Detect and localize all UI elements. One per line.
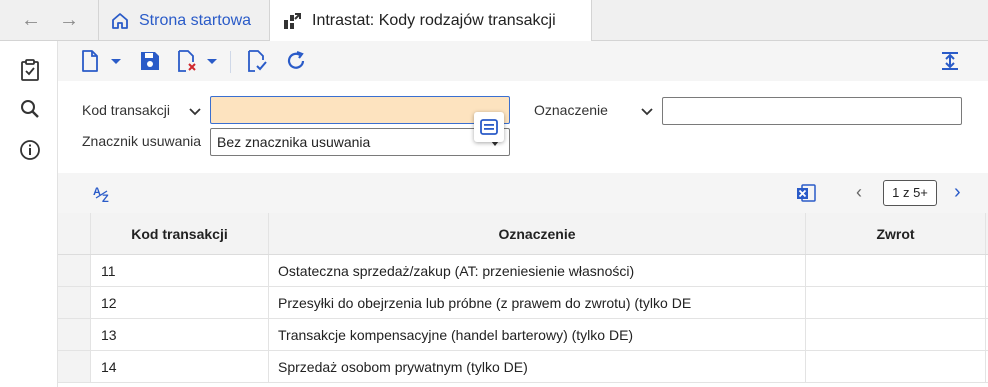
table-row[interactable]: 13 Transakcje kompensacyjne (handel bart…: [58, 319, 988, 351]
sort-az-icon[interactable]: AZ: [92, 183, 114, 205]
grid-toolbar: AZ ‹ 1 z 5+ ›: [58, 173, 988, 213]
cell-oznaczenie: Ostateczna sprzedaż/zakup (AT: przeniesi…: [269, 255, 806, 286]
cell-kod: 12: [91, 287, 269, 318]
forward-arrow-icon[interactable]: →: [58, 9, 80, 31]
oznaczenie-operator-chevron-icon[interactable]: [640, 105, 654, 119]
kod-operator-chevron-icon[interactable]: [188, 105, 202, 119]
app-module-icon: [284, 13, 301, 29]
toolbar-separator: [230, 51, 231, 73]
home-icon: [112, 12, 128, 29]
grid-header: Kod transakcji Oznaczenie Zwrot: [58, 213, 988, 255]
approve-document-icon[interactable]: [244, 49, 268, 73]
row-selector[interactable]: [58, 319, 91, 350]
table-row[interactable]: 14 Sprzedaż osobom prywatnym (tylko DE): [58, 351, 988, 383]
cell-oznaczenie: Sprzedaż osobom prywatnym (tylko DE): [269, 351, 806, 382]
new-document-icon[interactable]: [78, 49, 102, 73]
kod-transakcji-label: Kod transakcji: [82, 102, 170, 118]
cell-kod: 13: [91, 319, 269, 350]
tab-home[interactable]: Strona startowa: [98, 0, 270, 41]
value-picker-button[interactable]: [474, 112, 504, 142]
search-icon[interactable]: [18, 97, 42, 121]
next-page-icon[interactable]: ›: [954, 181, 961, 204]
new-dropdown-chevron-icon[interactable]: [108, 49, 124, 73]
tab-intrastat-label: Intrastat: Kody rodzajów transakcji: [312, 12, 556, 29]
column-header-zwrot[interactable]: Zwrot: [806, 213, 986, 254]
row-selector[interactable]: [58, 255, 91, 286]
expand-height-icon[interactable]: [938, 49, 962, 73]
svg-text:Z: Z: [102, 193, 109, 205]
cell-oznaczenie: Transakcje kompensacyjne (handel bartero…: [269, 319, 806, 350]
main-panel: Kod transakcji Oznaczenie Znacznik usuwa…: [58, 41, 988, 387]
tab-intrastat[interactable]: Intrastat: Kody rodzajów transakcji: [270, 0, 592, 42]
row-selector[interactable]: [58, 287, 91, 318]
delete-dropdown-chevron-icon[interactable]: [204, 49, 220, 73]
delete-document-icon[interactable]: [174, 49, 198, 73]
save-icon[interactable]: [138, 49, 162, 73]
page-indicator[interactable]: 1 z 5+: [883, 180, 937, 206]
list-picker-icon: [480, 119, 498, 135]
table-row[interactable]: 11 Ostateczna sprzedaż/zakup (AT: przeni…: [58, 255, 988, 287]
filter-panel: Kod transakcji Oznaczenie Znacznik usuwa…: [58, 81, 988, 173]
kod-transakcji-input[interactable]: [210, 96, 510, 124]
znacznik-usuwania-value: Bez znacznika usuwania: [217, 134, 371, 150]
toolbar: [58, 41, 988, 81]
oznaczenie-label: Oznaczenie: [534, 102, 608, 118]
column-header-oznaczenie[interactable]: Oznaczenie: [269, 213, 806, 254]
znacznik-usuwania-label: Znacznik usuwania: [82, 133, 202, 149]
table-row[interactable]: 12 Przesyłki do obejrzenia lub próbne (z…: [58, 287, 988, 319]
cell-kod: 11: [91, 255, 269, 286]
column-header-kod[interactable]: Kod transakcji: [91, 213, 269, 254]
znacznik-usuwania-select[interactable]: Bez znacznika usuwania: [210, 128, 510, 156]
oznaczenie-input[interactable]: [662, 97, 962, 125]
refresh-icon[interactable]: [284, 49, 308, 73]
cell-kod: 14: [91, 351, 269, 382]
data-grid: Kod transakcji Oznaczenie Zwrot 11 Ostat…: [58, 213, 988, 387]
cell-zwrot: [806, 287, 986, 318]
prev-page-icon[interactable]: ‹: [856, 182, 862, 203]
cell-oznaczenie: Przesyłki do obejrzenia lub próbne (z pr…: [269, 287, 806, 318]
row-selector-header: [58, 213, 91, 254]
back-arrow-icon[interactable]: ←: [20, 9, 42, 31]
tab-bar: ← → Strona startowa Intrastat: Kody rodz…: [0, 0, 988, 42]
cell-zwrot: [806, 351, 986, 382]
clipboard-check-icon[interactable]: [18, 58, 42, 82]
cell-zwrot: [806, 255, 986, 286]
cell-zwrot: [806, 319, 986, 350]
info-icon[interactable]: [18, 138, 42, 162]
excel-export-icon[interactable]: [796, 183, 816, 203]
row-selector[interactable]: [58, 351, 91, 382]
tab-home-label: Strona startowa: [139, 11, 252, 29]
left-sidebar: [0, 41, 58, 387]
